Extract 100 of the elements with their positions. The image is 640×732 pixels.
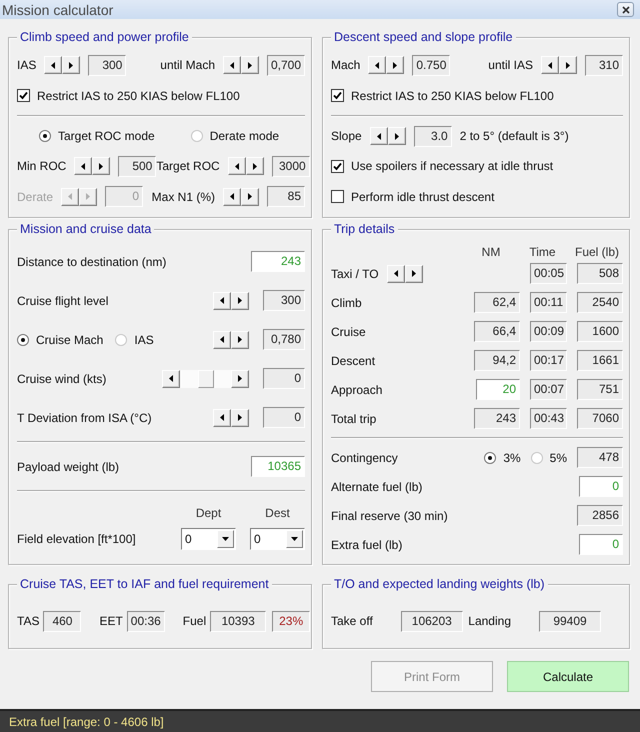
status-text: Extra fuel [range: 0 - 4606 lb] [9, 714, 164, 728]
readout-field: 00:07 [530, 379, 567, 400]
radio-label[interactable]: Derate mode [210, 129, 280, 144]
checkmark-icon [333, 162, 342, 171]
field-label: EET [99, 614, 123, 628]
radio-label[interactable]: 5% [550, 450, 567, 465]
input-field[interactable]: 10365 [251, 456, 305, 478]
checkbox-label[interactable]: Restrict IAS to 250 KIAS below FL100 [351, 88, 554, 103]
increment-button[interactable] [404, 264, 423, 283]
readout-field: 0.750 [412, 54, 450, 76]
column-header: Dept [194, 506, 222, 520]
increment-button[interactable] [388, 127, 406, 146]
right-arrow-icon [393, 62, 398, 69]
decrement-button[interactable] [213, 330, 231, 349]
field-label: Distance to destination (nm) [17, 254, 166, 269]
increment-button[interactable] [241, 188, 259, 206]
readout-field: 106203 [400, 610, 463, 632]
group-title: Trip details [331, 222, 398, 236]
readout-field: 62,4 [474, 292, 520, 314]
group-title: T/O and expected landing weights (lb) [331, 577, 548, 591]
field-label: IAS [17, 58, 36, 72]
increment-button[interactable] [241, 56, 259, 74]
field-label: Final reserve (30 min) [331, 508, 448, 523]
increment-button[interactable] [62, 56, 80, 74]
checkbox[interactable] [331, 190, 344, 204]
field-label: Cruise flight level [17, 294, 108, 308]
readout-field: 243 [474, 408, 520, 430]
input-field[interactable]: 0 [579, 534, 623, 556]
decrement-button[interactable] [370, 127, 388, 146]
increment-button[interactable] [231, 292, 249, 310]
right-arrow-icon [412, 270, 416, 278]
left-arrow-icon [548, 62, 552, 69]
decrement-button[interactable] [213, 292, 231, 310]
dropdown[interactable]: 0 [181, 528, 236, 550]
increment-button[interactable] [231, 330, 249, 349]
decrement-button[interactable] [368, 56, 386, 74]
radio-button[interactable] [190, 130, 203, 142]
readout-field: 00:11 [530, 292, 567, 314]
checkbox-label[interactable]: Restrict IAS to 250 KIAS below FL100 [37, 88, 240, 103]
slider-thumb[interactable] [198, 370, 214, 388]
decrement-button[interactable] [162, 370, 180, 388]
readout-field: 99409 [539, 610, 601, 632]
close-icon [622, 6, 630, 14]
checkbox[interactable] [331, 160, 344, 173]
input-field[interactable]: 0 [579, 476, 623, 498]
radio-button[interactable] [484, 452, 496, 464]
left-arrow-icon [169, 375, 173, 382]
group-title: Descent speed and slope profile [331, 30, 516, 44]
field-label: Take off [331, 614, 373, 628]
radio-button[interactable] [530, 452, 543, 464]
field-label: Payload weight (lb) [17, 460, 120, 474]
scrollbar-slider[interactable] [162, 370, 249, 388]
radio-label[interactable]: Cruise Mach [36, 332, 104, 347]
checkbox[interactable] [331, 89, 344, 102]
right-arrow-icon [99, 162, 104, 170]
readout-field: 751 [577, 379, 623, 400]
decrement-button[interactable] [541, 56, 559, 74]
radio-label[interactable]: 3% [503, 450, 521, 465]
column-header: Dest [264, 506, 291, 520]
left-arrow-icon [375, 62, 380, 69]
checkbox[interactable] [17, 89, 30, 102]
readout-field: 3.0 [414, 126, 452, 147]
increment-button[interactable] [246, 157, 264, 176]
checkbox-label[interactable]: Perform idle thrust descent [351, 190, 494, 204]
radio-button[interactable] [115, 334, 128, 346]
radio-label[interactable]: IAS [134, 332, 154, 347]
readout-field: 2856 [577, 505, 623, 526]
decrement-button[interactable] [223, 56, 241, 74]
increment-button[interactable] [92, 157, 110, 176]
left-arrow-icon [68, 193, 72, 200]
increment-button[interactable] [231, 370, 249, 388]
checkbox-label[interactable]: Use spoilers if necessary at idle thrust [351, 159, 554, 174]
close-button[interactable] [617, 2, 634, 17]
decrement-button[interactable] [74, 157, 92, 176]
input-field[interactable]: 243 [251, 251, 305, 272]
radio-button[interactable] [17, 334, 29, 346]
dropdown[interactable]: 0 [250, 528, 305, 550]
field-label: Cruise wind (kts) [17, 372, 106, 386]
left-arrow-icon [234, 162, 239, 170]
decrement-button[interactable] [228, 157, 246, 176]
decrement-button[interactable] [386, 264, 405, 283]
readout-field: 460 [43, 610, 82, 632]
decrement-button[interactable] [213, 408, 231, 427]
radio-button[interactable] [39, 130, 51, 142]
field-label: Taxi / TO [331, 266, 379, 281]
increment-button[interactable] [559, 56, 577, 74]
radio-label[interactable]: Target ROC mode [58, 129, 155, 144]
readout-field: 23% [272, 610, 310, 632]
field-label: Derate [17, 190, 54, 204]
action-button[interactable]: Calculate [507, 661, 629, 692]
increment-button[interactable] [231, 408, 249, 427]
decrement-button[interactable] [44, 56, 62, 74]
increment-button[interactable] [386, 56, 404, 74]
input-field[interactable]: 20 [476, 379, 520, 400]
decrement-button[interactable] [223, 188, 241, 206]
window-title: Mission calculator [2, 2, 114, 18]
left-arrow-icon [51, 62, 56, 69]
field-label: Min ROC [17, 159, 66, 174]
field-label: Total trip [331, 412, 376, 426]
left-arrow-icon [394, 270, 398, 278]
